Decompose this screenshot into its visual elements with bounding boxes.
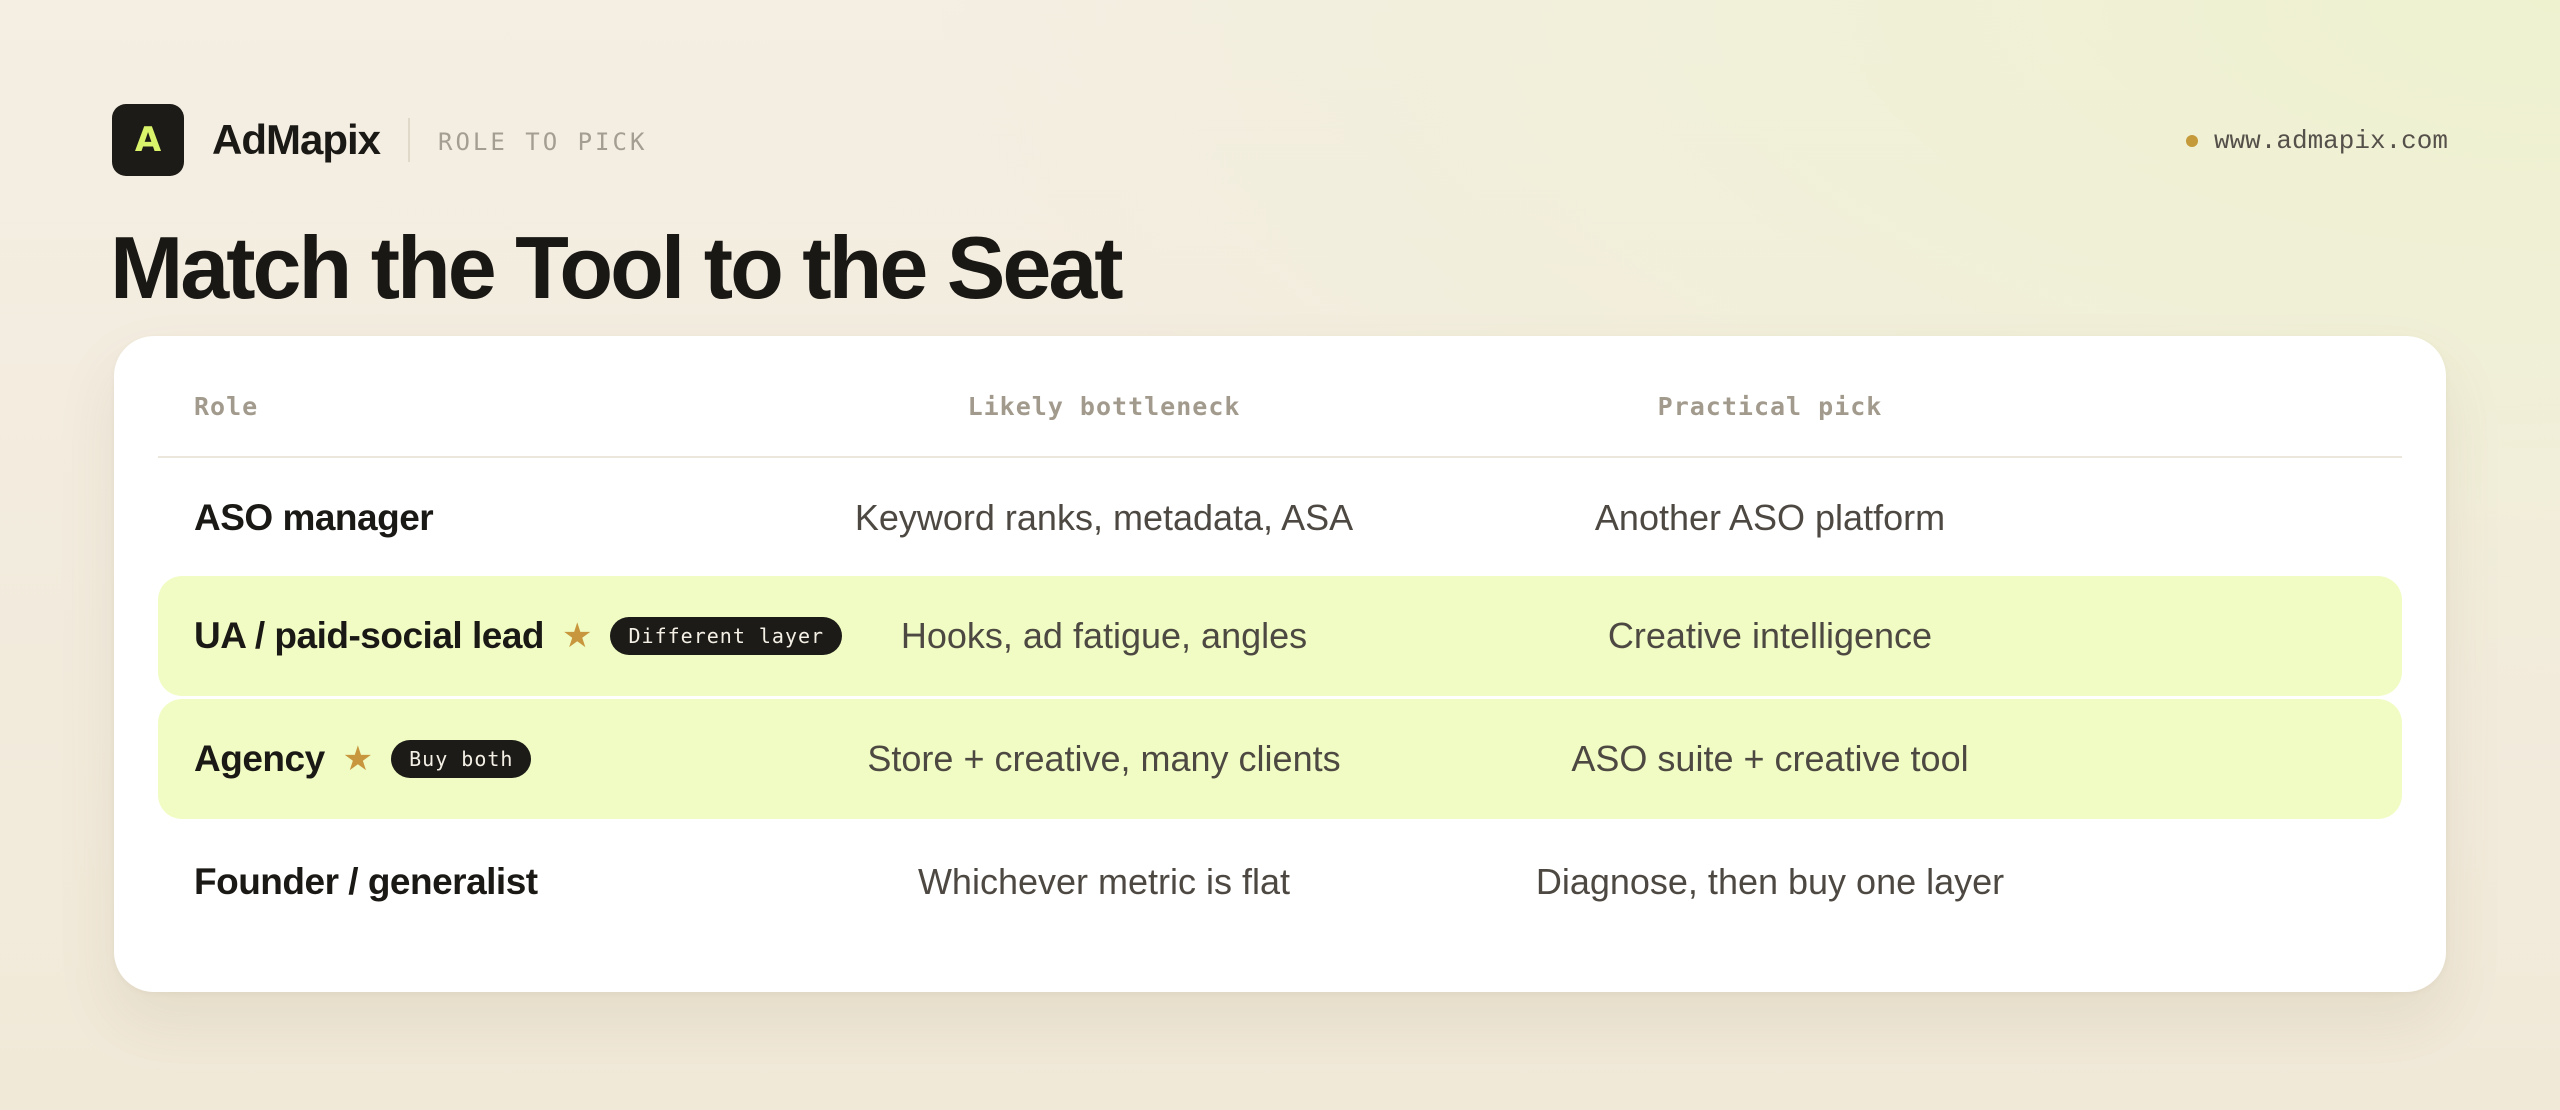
role-cell: Founder / generalist	[194, 822, 538, 942]
table-header: Role Likely bottleneck Practical pick	[158, 336, 2402, 458]
bottleneck-cell: Store + creative, many clients	[867, 738, 1341, 779]
column-header-role: Role	[194, 392, 259, 421]
pick-cell: Another ASO platform	[1594, 497, 1946, 538]
role-cell: ASO manager	[194, 458, 434, 578]
bottleneck-cell: Keyword ranks, metadata, ASA	[854, 497, 1354, 538]
star-icon: ★	[562, 617, 593, 655]
role-tag: Buy both	[391, 740, 532, 778]
site-link[interactable]: www.admapix.com	[2185, 126, 2448, 156]
header: A AdMapix ROLE TO PICK www.admapix.com	[112, 104, 2448, 176]
brand-logo[interactable]: A	[112, 104, 184, 176]
bottleneck-cell: Hooks, ad fatigue, angles	[900, 615, 1308, 656]
role-cell: Agency ★ Buy both	[194, 699, 532, 819]
header-divider	[408, 118, 410, 162]
table-row: Founder / generalist Whichever metric is…	[158, 822, 2402, 942]
column-header-pick: Practical pick	[1657, 392, 1883, 421]
table-row-highlighted: UA / paid-social lead ★ Different layer …	[158, 576, 2402, 696]
column-header-bottleneck: Likely bottleneck	[967, 392, 1241, 421]
section-eyebrow: ROLE TO PICK	[438, 128, 648, 156]
bottleneck-cell: Whichever metric is flat	[917, 861, 1291, 902]
role-name: Founder / generalist	[194, 861, 538, 902]
site-url[interactable]: www.admapix.com	[2214, 126, 2448, 156]
table-row-highlighted: Agency ★ Buy both Store + creative, many…	[158, 699, 2402, 819]
comparison-table: Role Likely bottleneck Practical pick AS…	[114, 336, 2446, 992]
role-name: UA / paid-social lead	[194, 615, 545, 656]
role-name: Agency	[194, 738, 325, 779]
role-cell: UA / paid-social lead ★ Different layer	[194, 576, 843, 696]
pick-cell: Creative intelligence	[1607, 615, 1933, 656]
star-icon: ★	[342, 740, 374, 778]
brand-name[interactable]: AdMapix	[212, 116, 381, 164]
pick-cell: ASO suite + creative tool	[1571, 738, 1969, 779]
status-dot-icon	[2185, 135, 2198, 147]
pick-cell: Diagnose, then buy one layer	[1535, 861, 2005, 902]
page-title: Match the Tool to the Seat	[110, 218, 1124, 317]
role-name: ASO manager	[194, 497, 434, 538]
table-row: ASO manager Keyword ranks, metadata, ASA…	[158, 458, 2402, 578]
logo-letter: A	[134, 120, 162, 160]
